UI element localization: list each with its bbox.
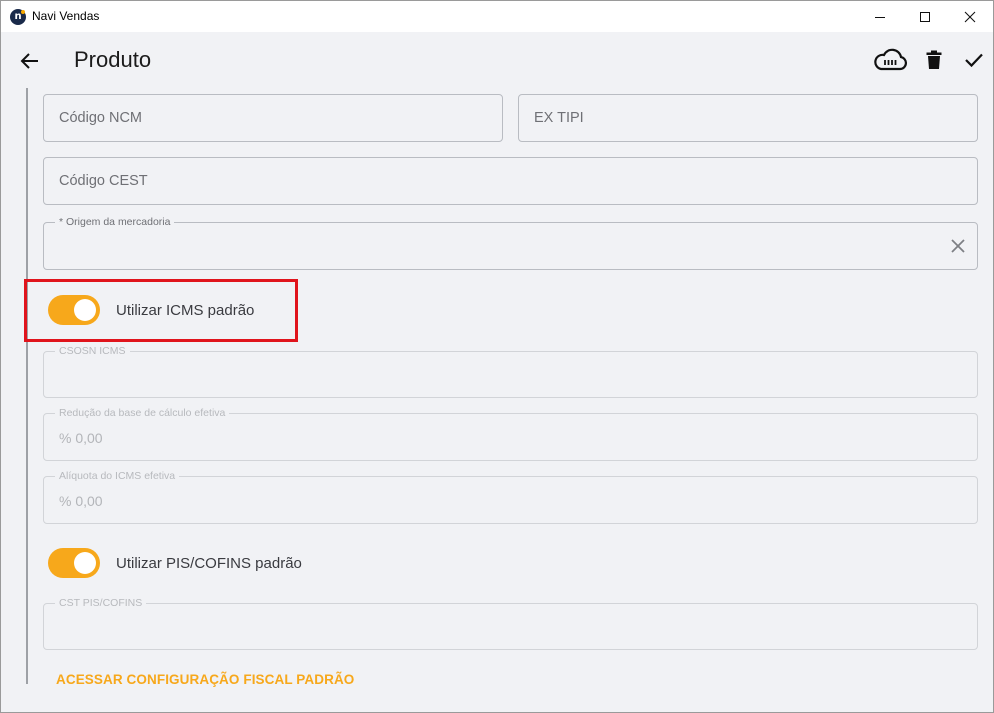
minimize-button[interactable]: [857, 1, 903, 32]
pis-toggle-row: Utilizar PIS/COFINS padrão: [48, 548, 302, 578]
arrow-left-icon: [20, 53, 38, 69]
fiscal-config-link[interactable]: ACESSAR CONFIGURAÇÃO FISCAL PADRÃO: [56, 672, 354, 687]
origem-label: * Origem da mercadoria: [55, 216, 175, 228]
csosn-field[interactable]: CSOSN ICMS: [43, 345, 978, 398]
cloud-sync-icon: [874, 48, 907, 71]
aliquota-field[interactable]: Alíquota do ICMS efetiva % 0,00: [43, 470, 978, 524]
window-title: Navi Vendas: [32, 9, 100, 23]
check-icon: [965, 53, 983, 68]
pis-toggle-label: Utilizar PIS/COFINS padrão: [116, 554, 302, 572]
aliquota-label: Alíquota do ICMS efetiva: [55, 470, 180, 482]
maximize-icon: [920, 11, 930, 22]
pis-toggle[interactable]: [48, 548, 100, 578]
cst-pis-field[interactable]: CST PIS/COFINS: [43, 597, 978, 650]
ex-tipi-placeholder: EX TIPI: [534, 110, 584, 126]
page-title: Produto: [74, 47, 152, 72]
cst-pis-label: CST PIS/COFINS: [55, 597, 147, 609]
toggle-knob: [74, 552, 96, 574]
app-window: n Navi Vendas Produto Código NCM EX TIPI…: [0, 0, 994, 713]
origem-select[interactable]: * Origem da mercadoria: [43, 216, 978, 270]
aliquota-value: % 0,00: [59, 493, 103, 509]
highlight-box: [24, 279, 298, 342]
close-icon: [964, 11, 976, 22]
cest-field[interactable]: Código CEST: [43, 157, 978, 205]
cest-placeholder: Código CEST: [59, 173, 148, 189]
maximize-button[interactable]: [902, 1, 948, 32]
reducao-value: % 0,00: [59, 430, 103, 446]
ncm-placeholder: Código NCM: [59, 110, 142, 126]
minimize-icon: [875, 16, 885, 18]
trash-icon: [926, 50, 942, 69]
ex-tipi-field[interactable]: EX TIPI: [518, 94, 978, 142]
app-logo-icon: n: [10, 9, 26, 25]
clear-origem-button[interactable]: [949, 237, 967, 255]
save-button[interactable]: [960, 44, 988, 76]
ncm-field[interactable]: Código NCM: [43, 94, 503, 142]
delete-button[interactable]: [921, 44, 947, 76]
back-button[interactable]: [15, 46, 45, 76]
clear-icon: [951, 239, 965, 253]
app-header: Produto: [1, 32, 993, 88]
cloud-sync-button[interactable]: [871, 44, 909, 76]
close-button[interactable]: [947, 1, 993, 32]
csosn-label: CSOSN ICMS: [55, 345, 130, 357]
reducao-label: Redução da base de cálculo efetiva: [55, 407, 230, 419]
title-bar: n Navi Vendas: [1, 1, 993, 32]
reducao-field[interactable]: Redução da base de cálculo efetiva % 0,0…: [43, 407, 978, 461]
left-divider: [26, 88, 28, 684]
